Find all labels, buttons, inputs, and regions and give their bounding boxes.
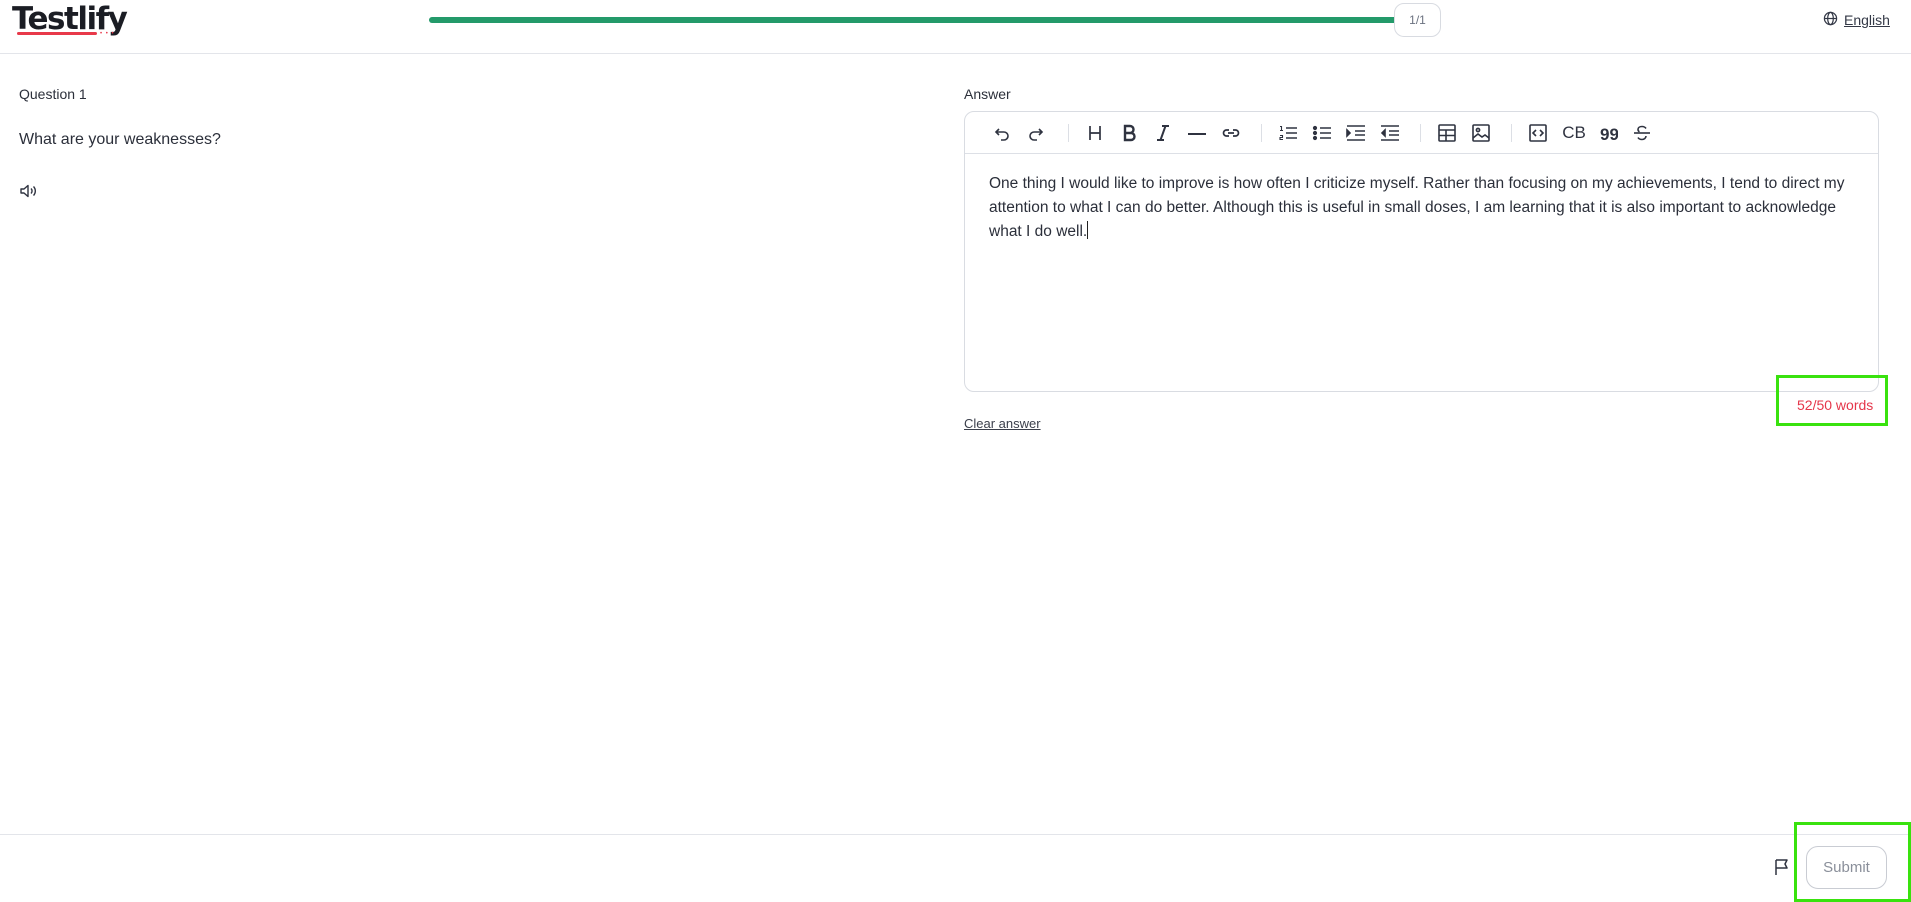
italic-icon[interactable] [1150,121,1176,145]
table-icon[interactable] [1434,121,1460,145]
toolbar-divider [1261,124,1262,142]
language-label[interactable]: English [1844,12,1890,28]
progress-bar [429,17,1401,23]
code-block-icon[interactable]: CB [1559,121,1589,145]
submit-button[interactable]: Submit [1806,846,1887,889]
quote-icon[interactable]: 99 [1595,121,1621,145]
answer-label: Answer [964,86,1011,102]
indent-icon[interactable] [1343,121,1369,145]
svg-text:99: 99 [1600,125,1618,143]
progress-badge: 1/1 [1394,3,1441,37]
language-selector[interactable]: English [1823,11,1890,29]
bullet-list-icon[interactable] [1309,121,1335,145]
globe-icon [1823,11,1838,29]
question-label: Question 1 [19,86,87,102]
toolbar-divider [1068,124,1069,142]
undo-icon[interactable] [989,121,1015,145]
bold-icon[interactable] [1116,121,1142,145]
speaker-icon[interactable] [18,181,38,201]
horizontal-rule-icon[interactable] [1184,121,1210,145]
image-icon[interactable] [1468,121,1494,145]
footer [0,834,1911,902]
clear-answer-link[interactable]: Clear answer [964,416,1041,431]
flag-icon[interactable] [1772,857,1792,877]
code-icon[interactable] [1525,121,1551,145]
text-caret [1087,221,1089,239]
heading-icon[interactable] [1082,121,1108,145]
outdent-icon[interactable] [1377,121,1403,145]
ordered-list-icon[interactable] [1275,121,1301,145]
question-text: What are your weaknesses? [19,131,221,148]
toolbar-divider [1511,124,1512,142]
answer-text: One thing I would like to improve is how… [989,175,1845,240]
logo-dots: • • • [100,31,115,37]
link-icon[interactable] [1218,121,1244,145]
answer-textarea[interactable]: One thing I would like to improve is how… [989,172,1859,244]
rich-text-editor[interactable]: CB 99 One thing I would like to improve … [964,111,1879,392]
editor-toolbar: CB 99 [965,112,1878,154]
word-count: 52/50 words [1797,397,1874,413]
progress-fill [429,17,1401,23]
logo-underline [17,32,97,35]
header: Testlify • • • 1/1 English [0,0,1911,54]
redo-icon[interactable] [1023,121,1049,145]
strikethrough-icon[interactable] [1629,121,1655,145]
toolbar-divider [1420,124,1421,142]
